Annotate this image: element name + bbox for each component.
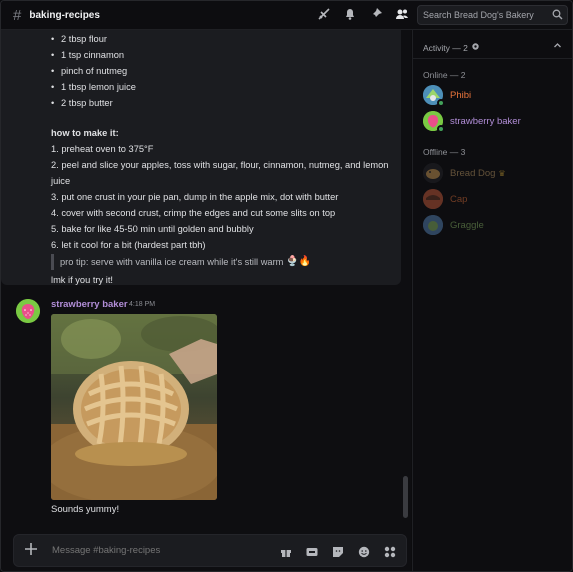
online-status-icon xyxy=(437,125,445,133)
howto-heading: how to make it: xyxy=(51,128,119,138)
avatar[interactable] xyxy=(16,299,40,323)
search-icon xyxy=(552,9,563,22)
member-name: Phibi xyxy=(450,89,472,101)
ingredient-list: 2 tbsp flour 1 tsp cinnamon pinch of nut… xyxy=(51,31,391,111)
tip-text: pro tip: serve with vanilla ice cream wh… xyxy=(60,257,284,267)
member-strawberry-baker[interactable]: strawberry baker xyxy=(423,111,568,133)
avatar xyxy=(423,189,443,209)
list-item: 3. put one crust in your pie pan, dump i… xyxy=(51,191,339,202)
pie-photo[interactable] xyxy=(51,314,217,500)
steps-list: 1. preheat oven to 375°F 2. peel and sli… xyxy=(51,142,391,253)
list-item: 1. preheat oven to 375°F xyxy=(51,144,154,154)
pin-icon[interactable] xyxy=(369,7,383,21)
chat-area: 2 tbsp flour 1 tsp cinnamon pinch of nut… xyxy=(1,30,411,571)
crown-icon: ♛ xyxy=(498,168,506,178)
activity-header[interactable]: Activity — 2 xyxy=(423,42,480,53)
list-item: 5. bake for like 45-50 min until golden … xyxy=(51,223,254,234)
list-item: 2. peel and slice your apples, toss with… xyxy=(51,160,389,186)
search-input[interactable]: Search Bread Dog's Bakery xyxy=(417,5,568,25)
member-name: Graggle xyxy=(450,219,484,231)
divider xyxy=(413,58,572,59)
member-list: Activity — 2 Online — 2 Phibi strawberry… xyxy=(412,30,572,571)
member-name: strawberry baker xyxy=(450,115,521,127)
avatar xyxy=(423,111,445,133)
list-item: 6. let it cool for a bit (hardest part t… xyxy=(51,239,206,250)
message-recipe: 2 tbsp flour 1 tsp cinnamon pinch of nut… xyxy=(1,30,401,285)
sticker-icon[interactable] xyxy=(331,545,344,558)
tip-emojis: 🍨🔥 xyxy=(286,256,312,267)
chevron-up-icon[interactable] xyxy=(553,41,562,52)
list-item: pinch of nutmeg xyxy=(51,63,391,79)
closing-text: lmk if you try it! xyxy=(51,275,113,285)
message-composer xyxy=(13,534,407,567)
online-section-title: Online — 2 xyxy=(423,70,466,80)
online-status-icon xyxy=(437,99,445,107)
member-cap[interactable]: Cap xyxy=(423,189,568,209)
message-input[interactable] xyxy=(52,545,272,556)
header-toolbar xyxy=(317,7,409,21)
channel-header: # baking-recipes Search Bread Dog's Bake… xyxy=(1,1,572,30)
bell-icon[interactable] xyxy=(343,7,357,21)
chat-scrollbar[interactable] xyxy=(403,476,408,518)
threads-icon[interactable] xyxy=(317,7,331,21)
list-item: 2 tbsp butter xyxy=(51,95,391,111)
member-bread-dog[interactable]: Bread Dog ♛ xyxy=(423,163,568,183)
message-timestamp: 4:18 PM xyxy=(129,301,156,308)
avatar xyxy=(423,85,445,107)
apps-icon[interactable] xyxy=(383,545,396,558)
member-graggle[interactable]: Graggle xyxy=(423,215,568,235)
list-item: 1 tbsp lemon juice xyxy=(51,79,391,95)
offline-section-title: Offline — 3 xyxy=(423,147,466,157)
message-body: 2 tbsp flour 1 tsp cinnamon pinch of nut… xyxy=(51,31,391,288)
list-item: 4. cover with second crust, crimp the ed… xyxy=(51,207,336,218)
list-item: 1 tsp cinnamon xyxy=(51,47,391,63)
message-author[interactable]: strawberry baker xyxy=(51,299,128,310)
message-text: Sounds yummy! xyxy=(51,504,120,515)
avatar xyxy=(423,215,443,235)
blockquote-tip: pro tip: serve with vanilla ice cream wh… xyxy=(51,254,391,270)
emoji-icon[interactable] xyxy=(357,545,370,558)
gift-icon[interactable] xyxy=(279,545,292,558)
attach-plus-icon[interactable] xyxy=(24,542,38,561)
channel-hash-icon: # xyxy=(13,6,22,24)
avatar xyxy=(423,163,443,183)
discord-window: # baking-recipes Search Bread Dog's Bake… xyxy=(0,0,573,572)
members-icon[interactable] xyxy=(395,7,409,21)
gif-icon[interactable] xyxy=(305,545,318,558)
member-name: Cap xyxy=(450,193,468,205)
activity-label: Activity — 2 xyxy=(423,42,468,53)
member-name: Bread Dog xyxy=(450,167,496,179)
search-placeholder: Search Bread Dog's Bakery xyxy=(423,10,534,20)
composer-toolbar xyxy=(279,545,396,558)
activity-gear-icon xyxy=(471,42,480,53)
member-phibi[interactable]: Phibi xyxy=(423,85,568,107)
list-item: 2 tbsp flour xyxy=(51,31,391,47)
channel-name: baking-recipes xyxy=(29,9,100,21)
